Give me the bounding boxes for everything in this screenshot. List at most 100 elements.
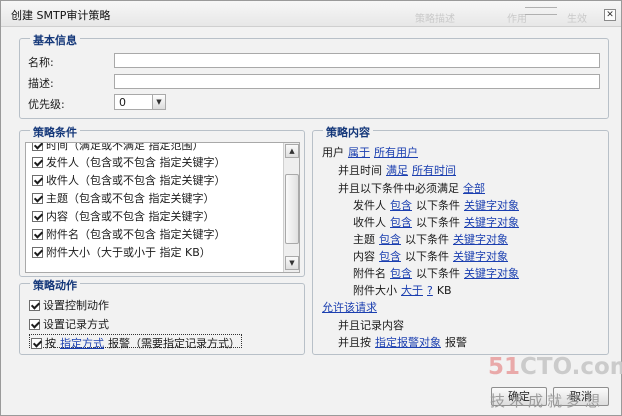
row-mid-text: 以下条件: [405, 233, 449, 246]
row-keyword-link[interactable]: 关键字对象: [464, 199, 519, 212]
row-mid-text: 以下条件: [405, 250, 449, 263]
row-operator-link[interactable]: 包含: [390, 199, 412, 212]
size-operator-link[interactable]: 大于: [401, 284, 423, 297]
action-label: 设置记录方式: [43, 318, 109, 331]
conditions-list: 时间（满足或不满足 指定范围） 发件人（包含或不包含 指定关键字） 收件人（包含…: [25, 142, 300, 273]
content-legend: 策略内容: [323, 124, 373, 140]
checkbox[interactable]: [29, 300, 40, 311]
background-ghost-text: 生效: [567, 14, 587, 25]
size-unit: KB: [436, 284, 452, 297]
condition-label: 附件大小（大于或小于 指定 KB）: [46, 246, 211, 259]
row-keyword-link[interactable]: 关键字对象: [453, 250, 508, 263]
row-operator-link[interactable]: 包含: [390, 216, 412, 229]
chevron-down-icon[interactable]: ▼: [152, 95, 165, 109]
row-keyword-link[interactable]: 关键字对象: [453, 233, 508, 246]
smtp-policy-dialog: 创建 SMTP审计策略 策略描述 作用 生效 ✕ 基本信息 名称: 描述: 优先…: [0, 0, 622, 416]
row-operator-link[interactable]: 包含: [379, 233, 401, 246]
condition-label: 时间（满足或不满足 指定范围）: [46, 142, 204, 152]
content-sender-row: 发件人 包含 以下条件 关键字对象: [353, 197, 519, 213]
name-input[interactable]: [114, 53, 600, 68]
row-label: 附件大小: [353, 284, 397, 297]
watermark-slogan: 技术成就梦想: [490, 392, 605, 410]
size-value-link[interactable]: ?: [427, 284, 433, 297]
checkbox[interactable]: [32, 143, 43, 151]
row-label: 收件人: [353, 216, 386, 229]
action-record[interactable]: 设置记录方式: [29, 316, 109, 331]
content-attachment-size-row: 附件大小 大于? KB: [353, 282, 452, 298]
row-operator-link[interactable]: 包含: [379, 250, 401, 263]
row-operator-link[interactable]: 包含: [390, 267, 412, 280]
action-label: 报警（需要指定记录方式）: [108, 337, 240, 350]
conditions-scrollbar[interactable]: ▲ ▼: [283, 143, 299, 272]
actions-group: 策略动作 设置控制动作 设置记录方式 按指定方式 报警（需要指定记录方式）: [19, 277, 305, 355]
checkbox[interactable]: [32, 211, 43, 222]
action-label: 按: [45, 337, 56, 350]
background-ghost-text: 作用: [507, 14, 527, 25]
condition-item-attachment-size[interactable]: 附件大小（大于或小于 指定 KB）: [32, 244, 211, 259]
watermark-logo: 51CTO.com: [488, 354, 622, 380]
row-mid-text: 以下条件: [416, 216, 460, 229]
condition-label: 附件名（包含或不包含 指定关键字）: [46, 228, 226, 241]
actions-legend: 策略动作: [30, 277, 80, 293]
content-must-row: 并且以下条件中必须满足 全部: [338, 180, 485, 196]
condition-item-sender[interactable]: 发件人（包含或不包含 指定关键字）: [32, 154, 226, 169]
watermark-brand-b: CTO.com: [520, 354, 622, 380]
user-object-link[interactable]: 所有用户: [374, 146, 418, 159]
content-allow-row: 允许该请求: [322, 299, 377, 315]
watermark-brand-a: 51: [488, 354, 521, 380]
action-control[interactable]: 设置控制动作: [29, 297, 109, 312]
row-keyword-link[interactable]: 关键字对象: [464, 216, 519, 229]
alarm-method-link[interactable]: 指定方式: [60, 337, 104, 350]
time-object-link[interactable]: 所有时间: [412, 164, 456, 177]
priority-select[interactable]: 0 ▼: [114, 94, 166, 110]
must-label: 并且以下条件中必须满足: [338, 182, 459, 195]
checkbox[interactable]: [32, 175, 43, 186]
alarm-object-link[interactable]: 指定报警对象: [375, 336, 441, 349]
row-label: 附件名: [353, 267, 386, 280]
content-group: 策略内容 用户 属于 所有用户 并且时间 满足 所有时间 并且以下条件中必须满足 全部 发…: [312, 124, 609, 355]
action-label: 设置控制动作: [43, 299, 109, 312]
checkbox[interactable]: [29, 319, 40, 330]
close-button[interactable]: ✕: [604, 9, 616, 21]
content-time-row: 并且时间 满足 所有时间: [338, 162, 456, 178]
background-ghost-line: [525, 7, 557, 15]
scroll-thumb[interactable]: [285, 174, 299, 244]
allow-request-link[interactable]: 允许该请求: [322, 301, 377, 314]
name-label: 名称:: [28, 56, 54, 69]
scroll-up-icon[interactable]: ▲: [285, 144, 299, 158]
condition-item-attachment-name[interactable]: 附件名（包含或不包含 指定关键字）: [32, 226, 226, 241]
row-keyword-link[interactable]: 关键字对象: [464, 267, 519, 280]
conditions-legend: 策略条件: [30, 124, 80, 140]
action-alarm[interactable]: 按指定方式 报警（需要指定记录方式）: [29, 334, 242, 350]
content-recipient-row: 收件人 包含 以下条件 关键字对象: [353, 214, 519, 230]
content-alarm-row: 并且按 指定报警对象 报警: [338, 334, 467, 350]
condition-label: 收件人（包含或不包含 指定关键字）: [46, 174, 226, 187]
content-attachment-name-row: 附件名 包含 以下条件 关键字对象: [353, 265, 519, 281]
checkbox[interactable]: [32, 157, 43, 168]
user-operator-link[interactable]: 属于: [348, 146, 370, 159]
description-input[interactable]: [114, 74, 600, 89]
priority-value: 0: [119, 96, 126, 109]
dialog-title: 创建 SMTP审计策略: [11, 9, 111, 22]
condition-label: 主题（包含或不包含 指定关键字）: [46, 192, 215, 205]
checkbox[interactable]: [31, 338, 42, 349]
condition-item-recipient[interactable]: 收件人（包含或不包含 指定关键字）: [32, 172, 226, 187]
row-label: 主题: [353, 233, 375, 246]
content-subject-row: 主题 包含 以下条件 关键字对象: [353, 231, 508, 247]
condition-item-time[interactable]: 时间（满足或不满足 指定范围）: [32, 142, 204, 152]
time-operator-link[interactable]: 满足: [386, 164, 408, 177]
row-label: 内容: [353, 250, 375, 263]
checkbox[interactable]: [32, 193, 43, 204]
condition-item-subject[interactable]: 主题（包含或不包含 指定关键字）: [32, 190, 215, 205]
checkbox[interactable]: [32, 229, 43, 240]
row-mid-text: 以下条件: [416, 199, 460, 212]
condition-item-content[interactable]: 内容（包含或不包含 指定关键字）: [32, 208, 215, 223]
priority-label: 优先级:: [28, 98, 65, 111]
title-bar: 创建 SMTP审计策略 策略描述 作用 生效 ✕: [1, 1, 621, 27]
row-mid-text: 以下条件: [416, 267, 460, 280]
checkbox[interactable]: [32, 247, 43, 258]
content-record-row: 并且记录内容: [338, 317, 404, 333]
alarm-suffix: 报警: [445, 336, 467, 349]
must-mode-link[interactable]: 全部: [463, 182, 485, 195]
scroll-down-icon[interactable]: ▼: [285, 256, 299, 270]
